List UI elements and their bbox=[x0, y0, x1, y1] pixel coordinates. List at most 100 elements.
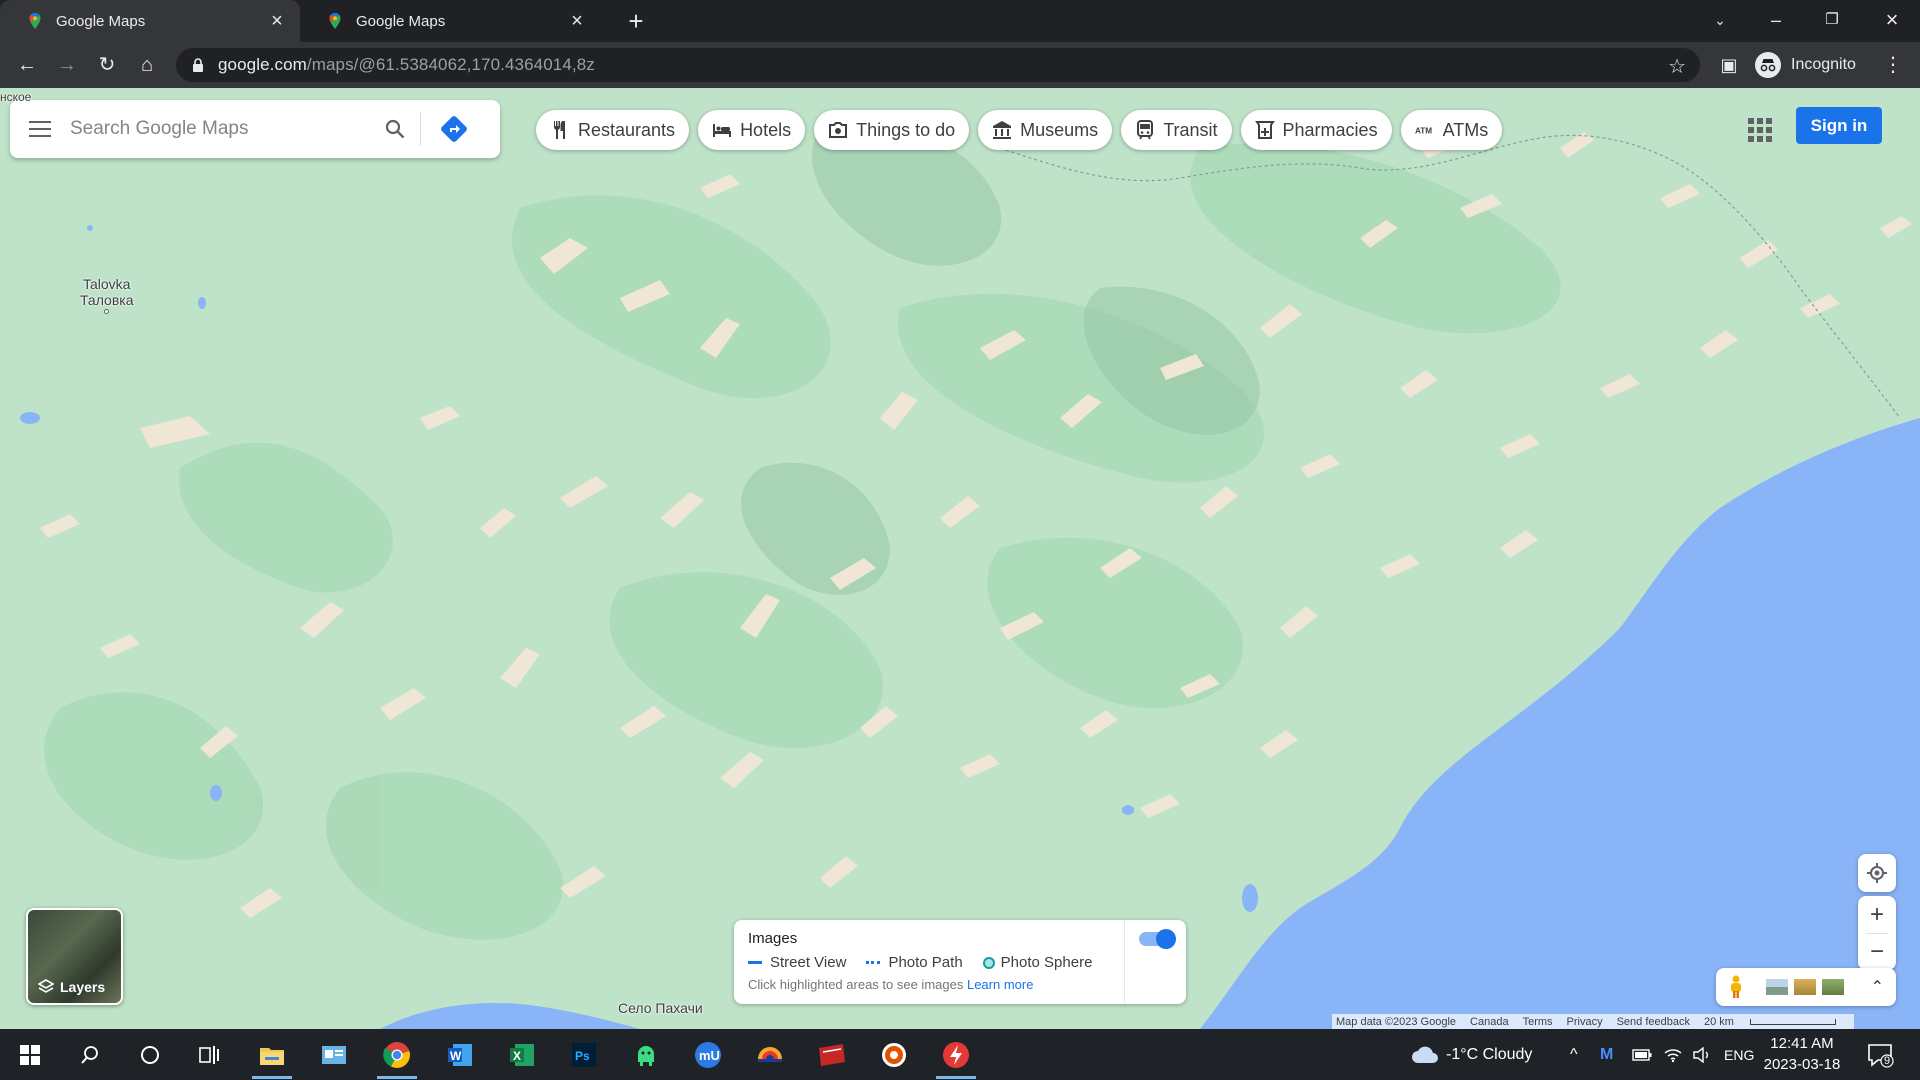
cortana-icon[interactable] bbox=[130, 1035, 170, 1075]
chip-label: Hotels bbox=[740, 119, 792, 140]
show-hidden-icons-icon[interactable]: ^ bbox=[1570, 1029, 1578, 1080]
volume-icon[interactable] bbox=[1692, 1029, 1712, 1080]
task-view-icon[interactable] bbox=[190, 1035, 230, 1075]
bookmark-star-icon[interactable]: ☆ bbox=[1668, 54, 1686, 79]
forward-icon[interactable]: → bbox=[50, 48, 84, 82]
search-icon[interactable] bbox=[370, 100, 420, 158]
place-label-fragment[interactable]: нское bbox=[0, 90, 31, 104]
layers-icon bbox=[38, 979, 54, 993]
kebab-menu-icon[interactable]: ⋮ bbox=[1876, 48, 1910, 82]
red-app-icon[interactable] bbox=[812, 1035, 852, 1075]
send-feedback-link[interactable]: Send feedback bbox=[1617, 1016, 1690, 1028]
privacy-link[interactable]: Privacy bbox=[1567, 1016, 1603, 1028]
chip-atms[interactable]: ATM ATMs bbox=[1400, 110, 1503, 150]
chip-pharmacies[interactable]: Pharmacies bbox=[1240, 110, 1392, 150]
svg-text:mU: mU bbox=[699, 1048, 720, 1063]
language-indicator[interactable]: ENG bbox=[1724, 1029, 1754, 1080]
weather-widget[interactable]: -1°C Cloudy bbox=[1410, 1029, 1532, 1080]
back-icon[interactable]: ← bbox=[10, 48, 44, 82]
chrome-icon[interactable] bbox=[377, 1035, 417, 1079]
layers-label: Layers bbox=[60, 979, 106, 995]
directions-icon[interactable] bbox=[421, 100, 487, 158]
tray-m-app-icon[interactable]: M bbox=[1600, 1029, 1613, 1080]
browser-toolbar: ← → ↻ ⌂ google.com/maps/@61.5384062,170.… bbox=[0, 42, 1920, 88]
reload-icon[interactable]: ↻ bbox=[90, 48, 124, 82]
file-explorer-icon[interactable] bbox=[252, 1035, 292, 1079]
notification-center-icon[interactable]: 9 bbox=[1866, 1041, 1894, 1069]
map-canvas[interactable]: Restaurants Hotels Things to do Museums … bbox=[0, 88, 1920, 1029]
zoom-in-icon[interactable]: + bbox=[1858, 896, 1896, 933]
mail-app-icon[interactable] bbox=[314, 1035, 354, 1075]
new-tab-icon[interactable]: + bbox=[622, 7, 650, 35]
weather-text: -1°C Cloudy bbox=[1446, 1045, 1533, 1063]
tab-close-icon[interactable]: × bbox=[568, 11, 586, 31]
clock-time: 12:41 AM bbox=[1770, 1035, 1834, 1052]
camera-icon bbox=[828, 120, 848, 140]
url-text: google.com/maps/@61.5384062,170.4364014,… bbox=[218, 55, 595, 75]
chip-transit[interactable]: Transit bbox=[1121, 110, 1232, 150]
chip-restaurants[interactable]: Restaurants bbox=[536, 110, 690, 150]
street-view-thumb-1[interactable] bbox=[1766, 979, 1788, 995]
home-icon[interactable]: ⌂ bbox=[130, 48, 164, 82]
images-toggle[interactable] bbox=[1139, 929, 1176, 949]
chip-hotels[interactable]: Hotels bbox=[698, 110, 806, 150]
android-app-icon[interactable] bbox=[626, 1035, 666, 1075]
chip-museums[interactable]: Museums bbox=[978, 110, 1113, 150]
start-icon[interactable] bbox=[10, 1035, 50, 1075]
flash-app-icon[interactable] bbox=[936, 1035, 976, 1079]
search-input[interactable] bbox=[70, 118, 370, 140]
chip-things-to-do[interactable]: Things to do bbox=[814, 110, 970, 150]
word-icon[interactable]: W bbox=[440, 1035, 480, 1075]
legend-label: Street View bbox=[770, 954, 847, 971]
street-view-thumb-3[interactable] bbox=[1822, 979, 1844, 995]
map-data-text: Map data ©2023 Google bbox=[1336, 1015, 1457, 1028]
mu-app-icon[interactable]: mU bbox=[688, 1035, 728, 1075]
my-location-button[interactable] bbox=[1858, 854, 1896, 892]
chip-label: Pharmacies bbox=[1282, 119, 1378, 140]
scale-bar[interactable]: 20 km bbox=[1704, 1016, 1850, 1028]
media-player-icon[interactable] bbox=[874, 1035, 914, 1075]
terms-link[interactable]: Terms bbox=[1523, 1016, 1553, 1028]
zoom-out-icon[interactable]: − bbox=[1858, 933, 1896, 970]
restore-icon[interactable]: ❐ bbox=[1804, 0, 1860, 42]
side-panel-icon[interactable]: ▣ bbox=[1712, 48, 1746, 82]
images-panel-title: Images bbox=[748, 930, 798, 947]
address-bar[interactable]: google.com/maps/@61.5384062,170.4364014,… bbox=[176, 48, 1700, 82]
google-apps-icon[interactable] bbox=[1748, 118, 1772, 142]
tab-strip: Google Maps × Google Maps × + ⌄ – ❐ × bbox=[0, 0, 1920, 42]
search-icon[interactable] bbox=[70, 1035, 110, 1075]
tab-google-maps-2[interactable]: Google Maps × bbox=[300, 0, 600, 42]
expand-up-icon[interactable]: ⌃ bbox=[1871, 977, 1884, 997]
toggle-knob bbox=[1156, 929, 1176, 949]
incognito-profile[interactable]: Incognito bbox=[1755, 48, 1856, 82]
place-label-talovka[interactable]: Talovka Таловка bbox=[80, 276, 133, 314]
excel-icon[interactable]: X bbox=[502, 1035, 542, 1075]
country-link[interactable]: Canada bbox=[1470, 1016, 1509, 1028]
chip-label: Restaurants bbox=[578, 119, 676, 140]
bed-icon bbox=[712, 120, 732, 140]
hint-text: Click highlighted areas to see images bbox=[748, 977, 964, 992]
svg-text:ATM: ATM bbox=[1415, 127, 1432, 136]
tab-search-chevron-icon[interactable]: ⌄ bbox=[1692, 0, 1748, 42]
learn-more-link[interactable]: Learn more bbox=[967, 977, 1033, 992]
layers-button[interactable]: Layers bbox=[26, 908, 123, 1005]
tab-close-icon[interactable]: × bbox=[268, 11, 286, 31]
images-panel: Images Street View Photo Path Photo Sphe… bbox=[734, 920, 1186, 1004]
hamburger-menu-icon[interactable] bbox=[10, 100, 70, 158]
street-view-thumb-2[interactable] bbox=[1794, 979, 1816, 995]
tab-google-maps-1[interactable]: Google Maps × bbox=[0, 0, 300, 42]
battery-icon[interactable] bbox=[1632, 1029, 1652, 1080]
clock[interactable]: 12:41 AM 2023-03-18 bbox=[1762, 1033, 1842, 1075]
photoshop-icon[interactable]: Ps bbox=[564, 1035, 604, 1075]
close-window-icon[interactable]: × bbox=[1864, 0, 1920, 42]
app-icon[interactable] bbox=[750, 1035, 790, 1075]
url-host: google.com bbox=[218, 55, 307, 74]
minimize-icon[interactable]: – bbox=[1748, 0, 1804, 42]
pegman-icon[interactable] bbox=[1728, 975, 1744, 999]
legend-label: Photo Path bbox=[888, 954, 963, 971]
sign-in-button[interactable]: Sign in bbox=[1796, 107, 1882, 144]
search-box bbox=[10, 100, 500, 158]
wifi-icon[interactable] bbox=[1664, 1029, 1682, 1080]
windows-taskbar: W X Ps mU -1°C Cloudy ^ M ENG 12:41 AM 2… bbox=[0, 1029, 1920, 1080]
place-label-pakhachi[interactable]: Село Пахачи bbox=[618, 1000, 703, 1016]
